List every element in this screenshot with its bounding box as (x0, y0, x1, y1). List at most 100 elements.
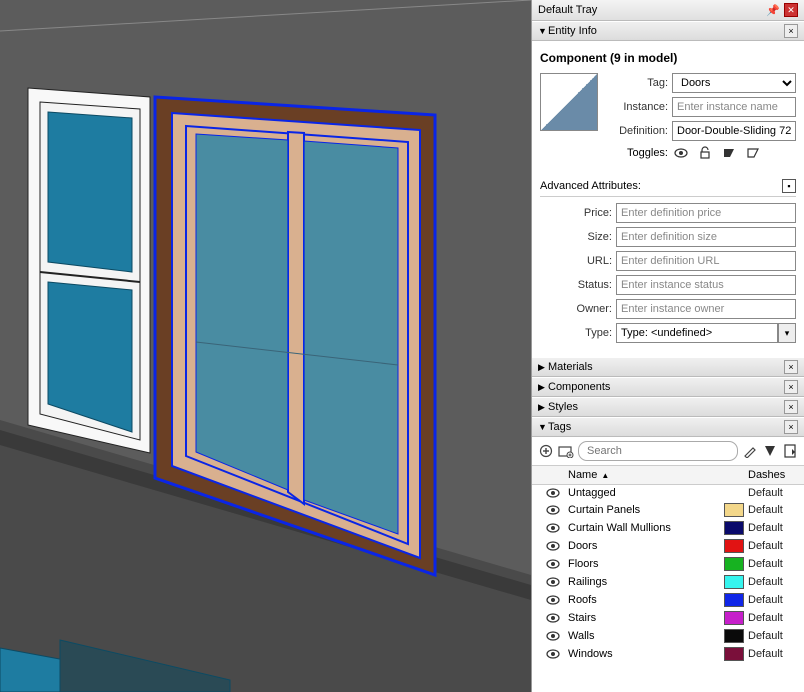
tag-row[interactable]: Untagged Default (532, 485, 804, 501)
add-tag-button[interactable] (538, 442, 554, 460)
panel-close-button[interactable]: × (784, 24, 798, 38)
definition-input[interactable] (672, 121, 796, 141)
tag-dashes[interactable]: Default (748, 612, 798, 624)
type-input[interactable] (616, 323, 778, 343)
tag-name: Roofs (568, 594, 724, 606)
tag-label: Tag: (606, 77, 668, 89)
add-tag-folder-button[interactable] (558, 442, 574, 460)
tag-row[interactable]: Curtain Panels Default (532, 501, 804, 519)
tag-visibility-toggle[interactable] (538, 613, 568, 623)
definition-label: Definition: (606, 125, 668, 137)
panel-entity-info-header[interactable]: ▼ Entity Info × (532, 21, 804, 41)
lock-toggle-icon[interactable] (696, 145, 714, 161)
tag-color-swatch[interactable] (724, 557, 744, 571)
panel-label: Materials (548, 361, 784, 373)
url-label: URL: (540, 255, 612, 267)
price-input[interactable] (616, 203, 796, 223)
tag-name: Floors (568, 558, 724, 570)
size-input[interactable] (616, 227, 796, 247)
owner-input[interactable] (616, 299, 796, 319)
panel-components-header[interactable]: ▶ Components × (532, 377, 804, 397)
tag-color-swatch[interactable] (724, 593, 744, 607)
column-dashes-header[interactable]: Dashes (748, 469, 798, 481)
tag-visibility-toggle[interactable] (538, 631, 568, 641)
tag-color-swatch[interactable] (724, 539, 744, 553)
tag-dashes[interactable]: Default (748, 558, 798, 570)
panel-close-button[interactable]: × (784, 420, 798, 434)
sort-asc-icon: ▲ (601, 471, 609, 480)
tag-dashes[interactable]: Default (748, 540, 798, 552)
tag-name: Stairs (568, 612, 724, 624)
tag-dashes[interactable]: Default (748, 594, 798, 606)
tag-visibility-toggle[interactable] (538, 541, 568, 551)
tags-search-input[interactable] (578, 441, 738, 461)
panel-styles-header[interactable]: ▶ Styles × (532, 397, 804, 417)
tray-header: Default Tray 📌 ✕ (532, 0, 804, 21)
tag-row[interactable]: Roofs Default (532, 591, 804, 609)
instance-input[interactable] (672, 97, 796, 117)
tag-dashes[interactable]: Default (748, 522, 798, 534)
tag-color-swatch[interactable] (724, 575, 744, 589)
tag-row[interactable]: Curtain Wall MullionsDefault (532, 519, 804, 537)
tag-select[interactable]: Doors (672, 73, 796, 93)
tag-row[interactable]: Stairs Default (532, 609, 804, 627)
tag-color-swatch[interactable] (724, 521, 744, 535)
tag-name: Railings (568, 576, 724, 588)
panel-label: Components (548, 381, 784, 393)
status-input[interactable] (616, 275, 796, 295)
tag-dashes[interactable]: Default (748, 630, 798, 642)
pin-icon[interactable]: 📌 (766, 4, 780, 17)
panel-materials-header[interactable]: ▶ Materials × (532, 357, 804, 377)
tag-name: Curtain Panels (568, 504, 724, 516)
panel-close-button[interactable]: × (784, 360, 798, 374)
default-tray: Default Tray 📌 ✕ ▼ Entity Info × Compone… (531, 0, 804, 692)
status-label: Status: (540, 279, 612, 291)
tag-row[interactable]: Railings Default (532, 573, 804, 591)
type-label: Type: (540, 327, 612, 339)
tags-menu-button[interactable] (782, 442, 798, 460)
color-by-tag-button[interactable] (742, 442, 758, 460)
chevron-right-icon: ▶ (538, 362, 548, 373)
tag-color-swatch[interactable] (724, 611, 744, 625)
tag-dashes[interactable]: Default (748, 504, 798, 516)
advanced-attributes-label: Advanced Attributes: (540, 180, 782, 192)
tag-color-swatch[interactable] (724, 629, 744, 643)
tag-visibility-toggle[interactable] (538, 488, 568, 498)
tag-visibility-toggle[interactable] (538, 595, 568, 605)
tray-close-button[interactable]: ✕ (784, 3, 798, 17)
tag-color-swatch[interactable] (724, 503, 744, 517)
panel-label: Tags (548, 421, 784, 433)
tag-row[interactable]: Floors Default (532, 555, 804, 573)
purge-tags-button[interactable] (762, 442, 778, 460)
url-input[interactable] (616, 251, 796, 271)
column-name-header[interactable]: Name▲ (568, 469, 724, 481)
tag-dashes[interactable]: Default (748, 487, 798, 499)
shadow-receive-toggle-icon[interactable] (744, 145, 762, 161)
model-viewport[interactable] (0, 0, 531, 692)
tag-visibility-toggle[interactable] (538, 523, 568, 533)
tag-name: Untagged (568, 487, 724, 499)
tag-dashes[interactable]: Default (748, 576, 798, 588)
tag-visibility-toggle[interactable] (538, 559, 568, 569)
tag-visibility-toggle[interactable] (538, 505, 568, 515)
tag-dashes[interactable]: Default (748, 648, 798, 660)
entity-info-body: Component (9 in model) Tag: Doors Instan… (532, 41, 804, 357)
tag-visibility-toggle[interactable] (538, 577, 568, 587)
panel-close-button[interactable]: × (784, 380, 798, 394)
panel-label: Styles (548, 401, 784, 413)
tag-row[interactable]: WindowsDefault (532, 645, 804, 663)
shadow-cast-toggle-icon[interactable] (720, 145, 738, 161)
tag-row[interactable]: Walls Default (532, 627, 804, 645)
panel-tags-header[interactable]: ▼ Tags × (532, 417, 804, 437)
tags-body: Name▲ Dashes UntaggedDefaultCurtain Pane… (532, 437, 804, 692)
tag-visibility-toggle[interactable] (538, 649, 568, 659)
type-dropdown-button[interactable]: ▾ (778, 323, 796, 343)
panel-close-button[interactable]: × (784, 400, 798, 414)
tag-color-swatch[interactable] (724, 647, 744, 661)
tag-row[interactable]: DoorsDefault (532, 537, 804, 555)
advanced-collapse-button[interactable]: ▪ (782, 179, 796, 193)
entity-summary: Component (9 in model) (540, 51, 796, 65)
visibility-toggle-icon[interactable] (672, 145, 690, 161)
component-thumbnail[interactable] (540, 73, 598, 131)
tag-name: Walls (568, 630, 724, 642)
